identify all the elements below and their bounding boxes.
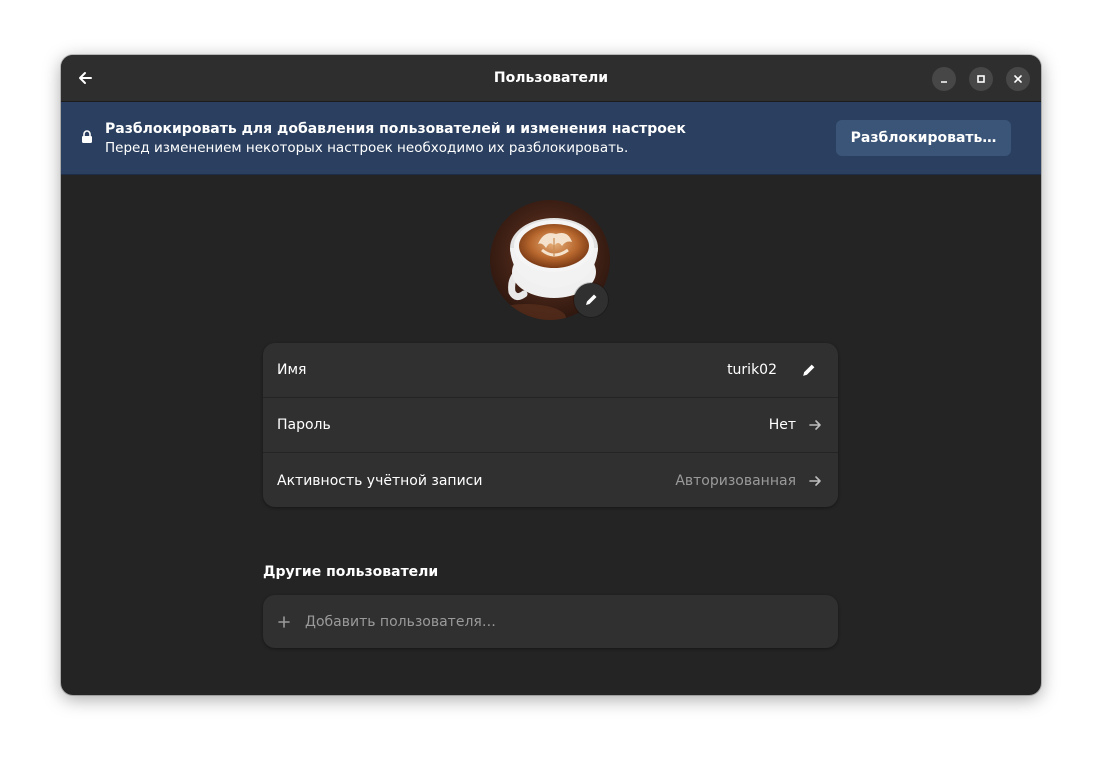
lock-icon [82,130,92,143]
banner-subtitle: Перед изменением некоторых настроек необ… [105,140,629,156]
unlock-banner: Разблокировать для добавления пользовате… [61,102,1041,175]
password-row[interactable]: Пароль Нет [263,398,838,453]
headerbar: Пользователи [61,55,1041,102]
minimize-icon [941,81,947,83]
other-users-card: Добавить пользователя… [263,595,838,648]
account-activity-row[interactable]: Активность учётной записи Авторизованная [263,453,838,507]
pencil-icon [586,294,597,305]
maximize-icon [977,75,985,83]
arrow-right-icon [807,417,823,433]
close-button[interactable] [1006,67,1030,91]
name-label: Имя [277,362,307,378]
plus-icon [278,615,290,628]
minimize-button[interactable] [932,67,956,91]
add-user-button[interactable]: Добавить пользователя… [263,595,838,648]
edit-name-button[interactable] [800,362,816,378]
arrow-right-icon [807,473,823,489]
edit-avatar-button[interactable] [574,283,608,317]
password-value: Нет [768,417,796,433]
add-user-label: Добавить пользователя… [305,613,496,630]
banner-title: Разблокировать для добавления пользовате… [105,121,686,137]
account-activity-label: Активность учётной записи [277,472,483,489]
password-label: Пароль [277,417,331,433]
name-row[interactable]: Имя turik02 [263,343,838,398]
close-icon [1014,75,1022,83]
account-activity-value: Авторизованная [675,472,796,489]
window-title: Пользователи [493,70,609,86]
unlock-button[interactable]: Разблокировать… [836,120,1011,156]
settings-window: Пользователи Разблокировать для добавлен… [61,55,1041,695]
account-card: Имя turik02 Пароль Нет Активность учётно… [263,343,838,507]
other-users-title: Другие пользователи [263,564,439,580]
name-value: turik02 [727,362,777,378]
maximize-button[interactable] [969,67,993,91]
pencil-icon [802,364,814,376]
